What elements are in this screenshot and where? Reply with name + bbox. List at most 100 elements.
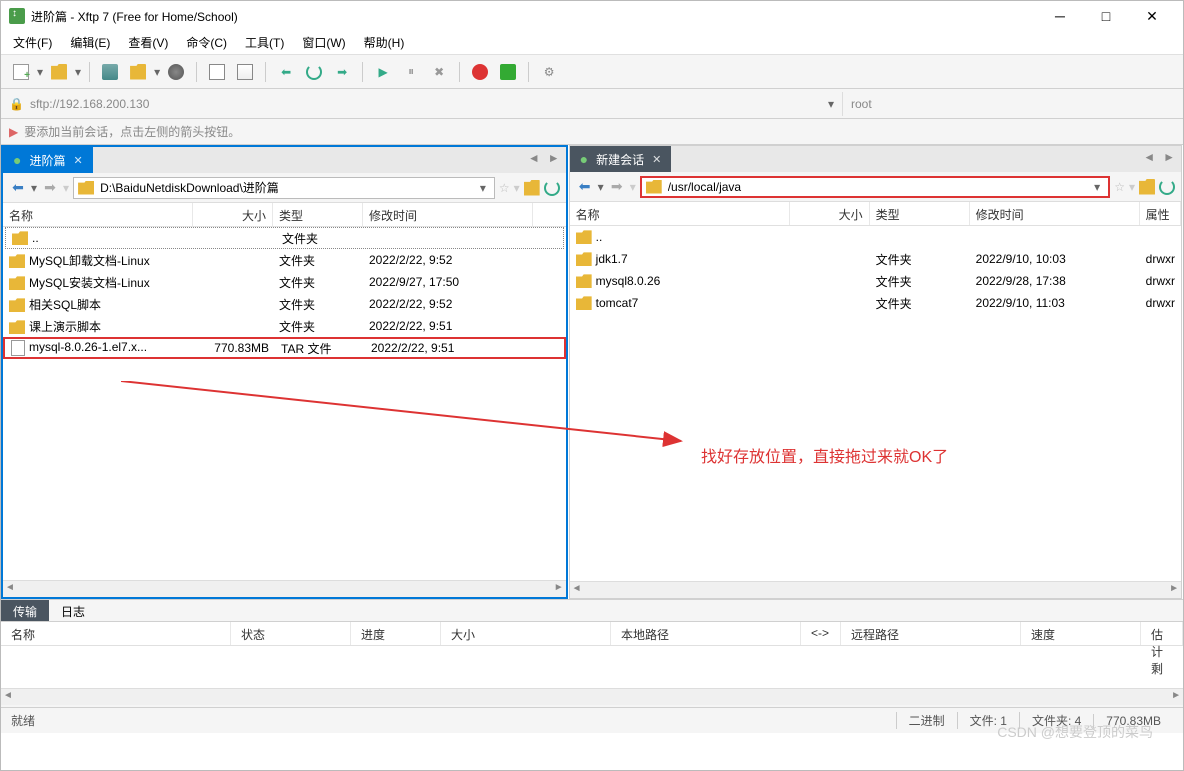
doc-icon[interactable] bbox=[205, 60, 229, 84]
address-dropdown-icon[interactable]: ▾ bbox=[828, 97, 834, 111]
col-attr[interactable]: 属性 bbox=[1140, 202, 1181, 225]
sync-icon[interactable] bbox=[468, 60, 492, 84]
path-dropdown-icon[interactable]: ▾ bbox=[476, 181, 490, 195]
favorite-icon[interactable]: ☆ bbox=[1114, 180, 1125, 194]
new-session-icon[interactable] bbox=[9, 60, 33, 84]
th-status[interactable]: 状态 bbox=[231, 622, 351, 645]
file-row[interactable]: 课上演示脚本文件夹2022/2/22, 9:51 bbox=[3, 315, 566, 337]
home-icon[interactable] bbox=[1139, 179, 1155, 195]
menu-command[interactable]: 命令(C) bbox=[186, 34, 227, 51]
refresh-icon[interactable] bbox=[302, 60, 326, 84]
tab-prev-icon[interactable]: ◄ bbox=[528, 151, 540, 165]
folder-icon[interactable] bbox=[126, 60, 150, 84]
forward-icon[interactable]: ➡ bbox=[41, 179, 59, 196]
favorite-icon[interactable]: ☆ bbox=[499, 181, 510, 195]
remote-scrollbar[interactable] bbox=[570, 581, 1181, 598]
toolbar: ▾ ▾ ▾ ⬅ ➡ ▶ ⏸ ✖ ⚙ bbox=[1, 55, 1183, 89]
col-type[interactable]: 类型 bbox=[273, 203, 363, 226]
transfer-list[interactable] bbox=[1, 646, 1183, 688]
play-icon[interactable]: ▶ bbox=[371, 60, 395, 84]
open-folder-icon[interactable] bbox=[47, 60, 71, 84]
address-input[interactable] bbox=[30, 92, 820, 116]
left-arrow-icon[interactable]: ⬅ bbox=[274, 60, 298, 84]
file-row[interactable]: tomcat7文件夹2022/9/10, 11:03drwxr bbox=[570, 292, 1181, 314]
bottom-tabs: 传输 日志 bbox=[1, 600, 1183, 622]
file-row[interactable]: jdk1.7文件夹2022/9/10, 10:03drwxr bbox=[570, 248, 1181, 270]
menu-help[interactable]: 帮助(H) bbox=[364, 34, 405, 51]
terminal-icon[interactable] bbox=[496, 60, 520, 84]
menu-edit[interactable]: 编辑(E) bbox=[70, 34, 110, 51]
menu-view[interactable]: 查看(V) bbox=[128, 34, 168, 51]
tab-close-icon[interactable]: ✕ bbox=[652, 153, 661, 166]
local-path-input[interactable] bbox=[100, 179, 476, 197]
local-path-box[interactable]: ▾ bbox=[73, 177, 495, 199]
file-row[interactable]: mysql8.0.26文件夹2022/9/28, 17:38drwxr bbox=[570, 270, 1181, 292]
file-row[interactable]: MySQL卸载文档-Linux文件夹2022/2/22, 9:52 bbox=[3, 249, 566, 271]
file-row-highlighted[interactable]: mysql-8.0.26-1.el7.x...770.83MBTAR 文件202… bbox=[3, 337, 566, 359]
th-eta[interactable]: 估计剩 bbox=[1141, 622, 1183, 645]
remote-tab[interactable]: ● 新建会话 ✕ bbox=[570, 146, 672, 172]
th-local[interactable]: 本地路径 bbox=[611, 622, 801, 645]
transfer-scrollbar[interactable] bbox=[1, 688, 1183, 705]
remote-path-input[interactable] bbox=[668, 178, 1090, 196]
local-file-list[interactable]: ..文件夹 MySQL卸载文档-Linux文件夹2022/2/22, 9:52 … bbox=[3, 227, 566, 580]
col-name[interactable]: 名称 bbox=[570, 202, 790, 225]
col-mtime[interactable]: 修改时间 bbox=[970, 202, 1140, 225]
tab-next-icon[interactable]: ► bbox=[1163, 150, 1175, 164]
title-bar: 进阶篇 - Xftp 7 (Free for Home/School) ─ □ … bbox=[1, 1, 1183, 31]
back-icon[interactable]: ⬅ bbox=[9, 179, 27, 196]
tab-transfer[interactable]: 传输 bbox=[1, 600, 49, 621]
local-tab[interactable]: ● 进阶篇 ✕ bbox=[3, 147, 93, 173]
col-size[interactable]: 大小 bbox=[790, 202, 870, 225]
menu-file[interactable]: 文件(F) bbox=[13, 34, 52, 51]
th-dir[interactable]: <-> bbox=[801, 622, 841, 645]
col-name[interactable]: 名称 bbox=[3, 203, 193, 226]
home-icon[interactable] bbox=[524, 180, 540, 196]
pause-icon[interactable]: ⏸ bbox=[399, 60, 423, 84]
help-icon[interactable]: ⚙ bbox=[537, 60, 561, 84]
transfer-header: 名称 状态 进度 大小 本地路径 <-> 远程路径 速度 估计剩 bbox=[1, 622, 1183, 646]
th-name[interactable]: 名称 bbox=[1, 622, 231, 645]
stop-icon[interactable]: ✖ bbox=[427, 60, 451, 84]
file-row[interactable]: 相关SQL脚本文件夹2022/2/22, 9:52 bbox=[3, 293, 566, 315]
remote-tab-label: 新建会话 bbox=[596, 151, 644, 168]
username-input[interactable] bbox=[842, 92, 1184, 116]
maximize-button[interactable]: □ bbox=[1083, 1, 1129, 31]
file-row[interactable]: MySQL安装文档-Linux文件夹2022/9/27, 17:50 bbox=[3, 271, 566, 293]
close-button[interactable]: ✕ bbox=[1129, 1, 1175, 31]
tab-close-icon[interactable]: ✕ bbox=[73, 154, 82, 167]
local-scrollbar[interactable] bbox=[3, 580, 566, 597]
remote-nav: ⬅▾ ➡▾ ▾ ☆▾ bbox=[570, 172, 1181, 202]
th-progress[interactable]: 进度 bbox=[351, 622, 441, 645]
right-arrow-icon[interactable]: ➡ bbox=[330, 60, 354, 84]
remote-path-box[interactable]: ▾ bbox=[640, 176, 1110, 198]
remote-tabstrip: ● 新建会话 ✕ ◄ ► bbox=[570, 146, 1181, 172]
tab-prev-icon[interactable]: ◄ bbox=[1143, 150, 1155, 164]
refresh-remote-icon[interactable] bbox=[1159, 179, 1175, 195]
menu-tools[interactable]: 工具(T) bbox=[245, 34, 284, 51]
th-speed[interactable]: 速度 bbox=[1021, 622, 1141, 645]
local-pane: ● 进阶篇 ✕ ◄► ⬅▾ ➡▾ ▾ ☆▾ 名称 大小 类型 修改时间 ..文 bbox=[1, 145, 568, 599]
file-row[interactable]: .. bbox=[570, 226, 1181, 248]
col-type[interactable]: 类型 bbox=[870, 202, 970, 225]
local-tabstrip: ● 进阶篇 ✕ ◄ ► bbox=[3, 147, 566, 173]
tab-next-icon[interactable]: ► bbox=[548, 151, 560, 165]
minimize-button[interactable]: ─ bbox=[1037, 1, 1083, 31]
th-remote[interactable]: 远程路径 bbox=[841, 622, 1021, 645]
menu-window[interactable]: 窗口(W) bbox=[302, 34, 345, 51]
save-icon[interactable] bbox=[98, 60, 122, 84]
remote-file-list[interactable]: .. jdk1.7文件夹2022/9/10, 10:03drwxr mysql8… bbox=[570, 226, 1181, 581]
forward-icon[interactable]: ➡ bbox=[608, 178, 626, 195]
col-size[interactable]: 大小 bbox=[193, 203, 273, 226]
refresh-local-icon[interactable] bbox=[544, 180, 560, 196]
status-binary: 二进制 bbox=[896, 712, 957, 729]
settings-icon[interactable] bbox=[164, 60, 188, 84]
path-dropdown-icon[interactable]: ▾ bbox=[1090, 180, 1104, 194]
back-icon[interactable]: ⬅ bbox=[576, 178, 594, 195]
th-size[interactable]: 大小 bbox=[441, 622, 611, 645]
file-panes: ● 进阶篇 ✕ ◄► ⬅▾ ➡▾ ▾ ☆▾ 名称 大小 类型 修改时间 ..文 bbox=[1, 145, 1183, 599]
file-row[interactable]: ..文件夹 bbox=[5, 227, 564, 249]
list-icon[interactable] bbox=[233, 60, 257, 84]
col-mtime[interactable]: 修改时间 bbox=[363, 203, 533, 226]
tab-log[interactable]: 日志 bbox=[49, 600, 97, 621]
